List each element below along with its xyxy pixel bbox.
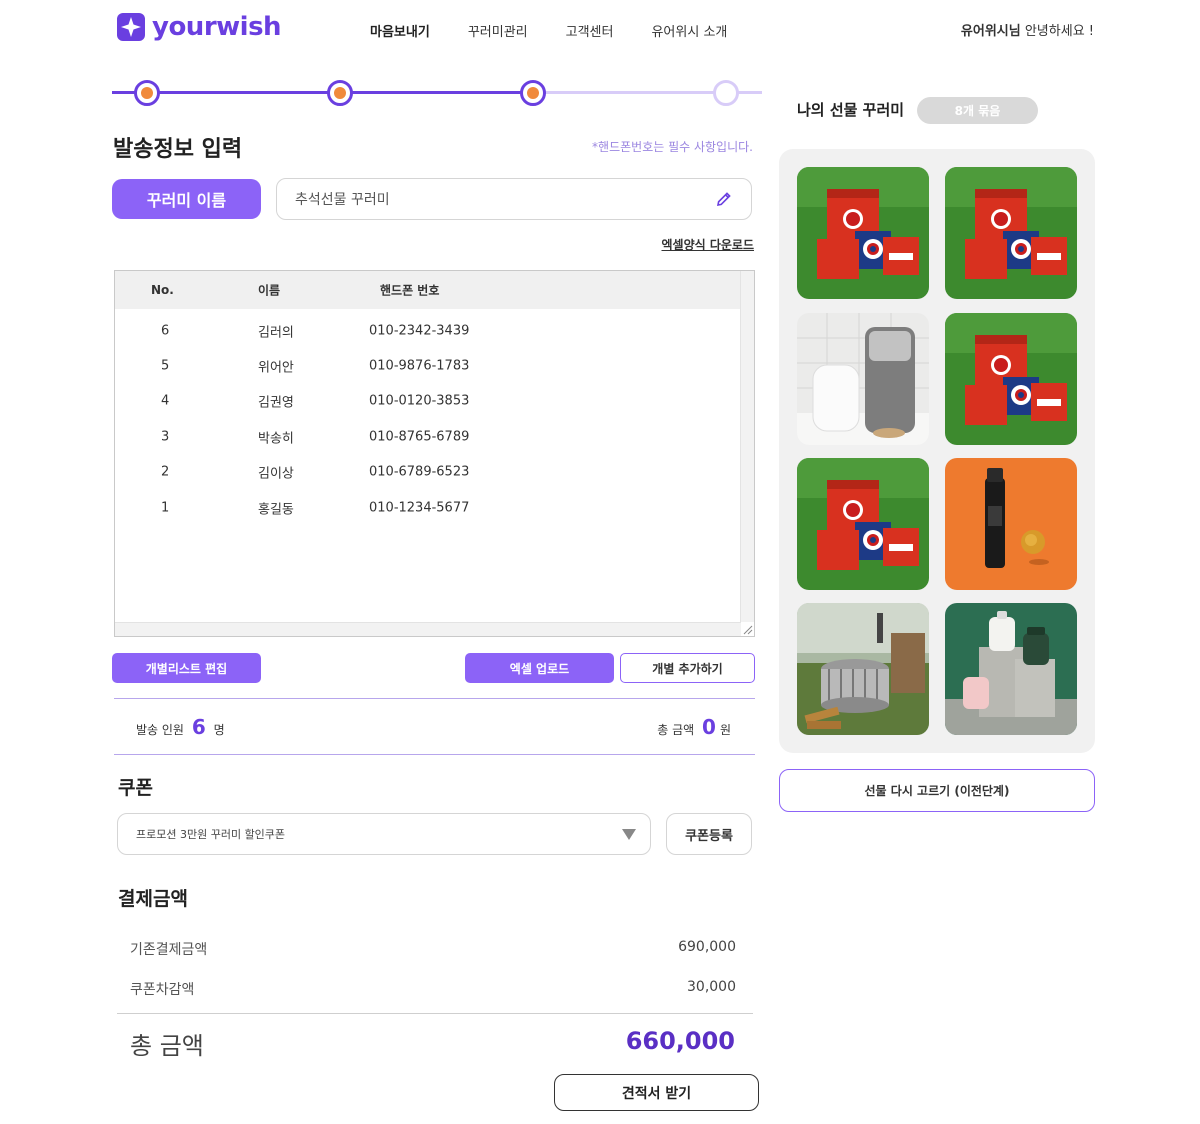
cosmetic-bottle-image[interactable] xyxy=(945,458,1077,590)
row-phone: 010-0120-3853 xyxy=(369,393,470,408)
marvel-cooler-set-image[interactable] xyxy=(797,167,929,299)
payment-total-value: 660,000 xyxy=(625,1027,735,1055)
nav-package-manage[interactable]: 꾸러미관리 xyxy=(468,21,528,40)
pencil-icon[interactable] xyxy=(715,190,733,208)
payment-row-value: 690,000 xyxy=(678,939,736,955)
edit-list-button[interactable]: 개별리스트 편집 xyxy=(112,653,261,683)
step-line-done xyxy=(112,91,534,94)
recipients-label: 발송 인원 xyxy=(136,723,184,737)
payment-row-value: 30,000 xyxy=(687,979,736,995)
progress-stepper xyxy=(112,78,762,106)
payment-row-label: 쿠폰차감액 xyxy=(130,982,195,998)
row-name: 위어안 xyxy=(258,360,294,375)
step-4 xyxy=(713,80,739,106)
row-no: 4 xyxy=(161,393,170,408)
marvel-cooler-set-image[interactable] xyxy=(945,313,1077,445)
nav-about[interactable]: 유어위시 소개 xyxy=(651,21,727,40)
required-note: *핸드폰번호는 필수 사항입니다. xyxy=(592,140,753,154)
payment-row: 기존결제금액 690,000 xyxy=(130,939,736,959)
recipient-table: No. 이름 핸드폰 번호 6 김러의 010-2342-3439 5 위어안 … xyxy=(114,270,755,637)
step-1 xyxy=(134,80,160,106)
payment-row: 쿠폰차감액 30,000 xyxy=(130,979,736,999)
table-row[interactable]: 6 김러의 010-2342-3439 xyxy=(115,313,741,348)
package-name-value: 추석선물 꾸러미 xyxy=(295,192,390,208)
row-name: 김러의 xyxy=(258,325,294,340)
logo-text: yourwish xyxy=(152,12,282,42)
step-3 xyxy=(520,80,546,106)
total-label: 총 금액 xyxy=(657,723,695,737)
payment-row-label: 기존결제금액 xyxy=(130,942,208,958)
header-phone: 핸드폰 번호 xyxy=(380,283,440,298)
main-nav: 마음보내기 꾸러미관리 고객센터 유어위시 소개 xyxy=(370,21,765,40)
row-phone: 010-8765-6789 xyxy=(369,429,470,444)
row-phone: 010-9876-1783 xyxy=(369,358,470,373)
header-no: No. xyxy=(151,283,174,297)
row-phone: 010-6789-6523 xyxy=(369,464,470,479)
white-appliance-image[interactable] xyxy=(797,313,929,445)
row-no: 5 xyxy=(161,358,170,373)
total-unit: 원 xyxy=(719,723,731,737)
page-title: 발송정보 입력 xyxy=(113,137,243,162)
reselect-gifts-button[interactable]: 선물 다시 고르기 (이전단계) xyxy=(779,769,1095,812)
row-phone: 010-2342-3439 xyxy=(369,323,470,338)
total-amount: 0 xyxy=(702,715,716,739)
recipients-unit: 명 xyxy=(213,723,225,737)
row-no: 1 xyxy=(161,500,170,515)
step-2 xyxy=(327,80,353,106)
row-no: 3 xyxy=(161,429,170,444)
marvel-cooler-set-image[interactable] xyxy=(945,167,1077,299)
caret-down-icon xyxy=(622,829,636,840)
amount-summary: 총 금액 0원 xyxy=(657,715,731,739)
coupon-register-button[interactable]: 쿠폰등록 xyxy=(666,813,752,855)
table-row[interactable]: 1 홍길동 010-1234-5677 xyxy=(115,490,741,525)
nav-customer-center[interactable]: 고객센터 xyxy=(566,21,614,40)
row-name: 김권영 xyxy=(258,395,294,410)
recipients-summary: 발송 인원 6 명 xyxy=(136,715,225,739)
vertical-scrollbar[interactable] xyxy=(740,271,754,622)
bundle-count-badge: 8개 묶음 xyxy=(917,97,1038,124)
excel-upload-button[interactable]: 엑셀 업로드 xyxy=(465,653,614,683)
row-phone: 010-1234-5677 xyxy=(369,500,470,515)
row-no: 6 xyxy=(161,323,170,338)
marvel-cooler-set-image[interactable] xyxy=(797,458,929,590)
coupon-selected-value: 프로모션 3만원 꾸러미 할인쿠폰 xyxy=(136,828,286,841)
coupon-select[interactable]: 프로모션 3만원 꾸러미 할인쿠폰 xyxy=(117,813,651,855)
excel-template-download-link[interactable]: 엑셀양식 다운로드 xyxy=(662,236,755,253)
payment-divider xyxy=(117,1013,753,1014)
resize-grip-icon[interactable] xyxy=(741,623,753,635)
my-package-title: 나의 선물 꾸러미 xyxy=(797,101,905,119)
logo[interactable]: yourwish xyxy=(116,12,282,42)
horizontal-scrollbar[interactable] xyxy=(115,622,741,636)
logo-star-icon xyxy=(117,13,145,41)
water-dispenser-image[interactable] xyxy=(945,603,1077,735)
table-row[interactable]: 3 박송히 010-8765-6789 xyxy=(115,419,741,454)
recipients-count: 6 xyxy=(191,715,206,739)
fire-pit-image[interactable] xyxy=(797,603,929,735)
table-row[interactable]: 5 위어안 010-9876-1783 xyxy=(115,348,741,383)
row-name: 박송히 xyxy=(258,431,294,446)
nav-send-heart[interactable]: 마음보내기 xyxy=(370,21,430,40)
payment-total-label: 총 금액 xyxy=(130,1032,204,1060)
add-individual-button[interactable]: 개별 추가하기 xyxy=(620,653,755,683)
get-quote-button[interactable]: 견적서 받기 xyxy=(554,1074,759,1111)
send-summary: 발송 인원 6 명 총 금액 0원 xyxy=(114,698,755,755)
package-name-field[interactable]: 추석선물 꾸러미 xyxy=(276,178,752,220)
table-row[interactable]: 2 김이상 010-6789-6523 xyxy=(115,454,741,489)
greeting-user[interactable]: 유어위시님 xyxy=(961,24,1021,39)
header-name: 이름 xyxy=(258,283,281,298)
row-name: 홍길동 xyxy=(258,502,294,517)
user-greeting: 유어위시님 안녕하세요 ! xyxy=(961,20,1094,39)
payment-title: 결제금액 xyxy=(118,888,188,910)
package-name-label: 꾸러미 이름 xyxy=(112,179,261,219)
coupon-title: 쿠폰 xyxy=(118,777,153,799)
table-header: No. 이름 핸드폰 번호 xyxy=(115,271,741,309)
row-name: 김이상 xyxy=(258,466,294,481)
greeting-text: 안녕하세요 ! xyxy=(1020,24,1094,39)
table-row[interactable]: 4 김권영 010-0120-3853 xyxy=(115,383,741,418)
gift-grid-panel xyxy=(779,149,1095,753)
row-no: 2 xyxy=(161,464,170,479)
